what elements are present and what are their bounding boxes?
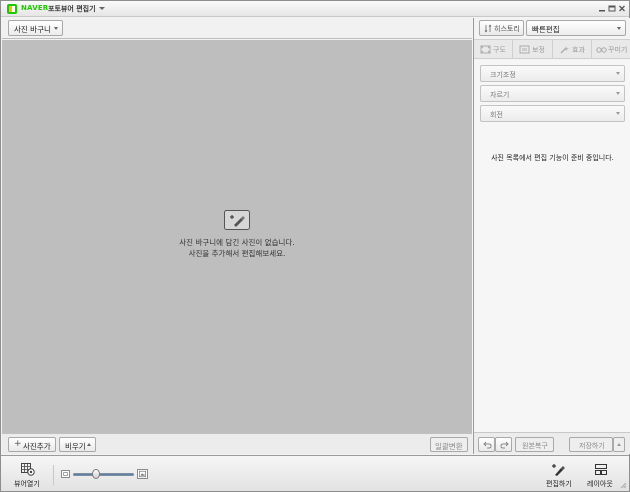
resize-grip-icon[interactable] xyxy=(619,481,627,489)
edit-tabs: 구도 보정 효과 꾸미기 xyxy=(474,39,630,59)
restore-original-button[interactable]: 원본복구 xyxy=(515,437,554,452)
composition-icon xyxy=(480,45,491,54)
photo-canvas[interactable]: 사진 바구니에 담긴 사진이 없습니다. 사진을 추가해서 편집해보세요. xyxy=(2,40,472,433)
panel-status-message: 사진 목록에서 편집 기능이 준비 중입니다. xyxy=(491,154,614,162)
zoom-slider[interactable] xyxy=(73,473,134,476)
add-photo-button[interactable]: + 사진추가 xyxy=(8,437,56,452)
rotate-section[interactable]: 회전 xyxy=(480,105,625,122)
add-photo-icon xyxy=(224,210,250,230)
chevron-down-icon xyxy=(617,27,621,30)
tab-composition-label: 구도 xyxy=(493,46,506,54)
minimize-icon[interactable] xyxy=(597,3,607,14)
layout-button[interactable]: 레이아웃 xyxy=(586,461,616,491)
viewer-icon xyxy=(21,463,35,476)
basket-dropdown-label: 사진 바구니 xyxy=(14,25,51,34)
redo-icon xyxy=(500,441,509,449)
save-options-button[interactable] xyxy=(613,437,625,452)
basket-toolbar: 사진 바구니 xyxy=(2,18,472,39)
chevron-down-icon xyxy=(616,92,620,95)
edit-panel: 히스토리 빠른편집 구도 보정 효과 꾸미기 크기조정 자르기 회전 사진 목록… xyxy=(473,18,630,454)
edit-button[interactable]: 편집하기 xyxy=(543,461,573,491)
resize-section[interactable]: 크기조정 xyxy=(480,65,625,82)
tab-composition[interactable]: 구도 xyxy=(474,40,513,59)
toolbar-divider xyxy=(53,465,54,485)
layout-label: 레이아웃 xyxy=(587,480,613,488)
chevron-up-icon xyxy=(617,443,621,446)
tab-decorate[interactable]: 꾸미기 xyxy=(592,40,630,59)
quick-edit-dropdown[interactable]: 빠른편집 xyxy=(526,20,626,36)
history-button[interactable]: 히스토리 xyxy=(479,20,524,36)
redo-button[interactable] xyxy=(495,437,512,452)
rotate-section-label: 회전 xyxy=(490,111,503,119)
open-viewer-label: 뷰어열기 xyxy=(14,480,40,488)
plus-icon: + xyxy=(14,439,22,449)
basket-actions: + 사진추가 비우기 일괄변환 xyxy=(2,433,472,454)
save-label: 저장하기 xyxy=(579,442,605,450)
edit-actions: 원본복구 저장하기 xyxy=(474,432,630,454)
layout-icon xyxy=(595,464,607,475)
photo-editor-window: NAVER 포토뷰어 편집기 사진 바구니 사진 바구니에 담긴 사진이 없습니… xyxy=(0,0,630,492)
naver-logo-icon xyxy=(7,4,17,14)
history-icon xyxy=(484,24,492,33)
edit-label: 편집하기 xyxy=(546,480,572,488)
empty-message: 사진 바구니에 담긴 사진이 없습니다. xyxy=(179,238,295,247)
brand-label: NAVER xyxy=(21,4,49,12)
chevron-up-icon xyxy=(87,443,91,446)
tab-effect[interactable]: 효과 xyxy=(553,40,592,59)
batch-convert-label: 일괄변환 xyxy=(435,442,463,451)
chevron-down-icon xyxy=(54,27,58,30)
chevron-down-icon xyxy=(616,112,620,115)
zoom-out-icon[interactable] xyxy=(61,470,70,478)
undo-button[interactable] xyxy=(478,437,495,452)
chevron-down-icon xyxy=(616,72,620,75)
zoom-in-icon[interactable] xyxy=(137,469,148,479)
quick-edit-label: 빠른편집 xyxy=(532,25,560,34)
save-button[interactable]: 저장하기 xyxy=(569,437,613,452)
crop-section[interactable]: 자르기 xyxy=(480,85,625,102)
resize-section-label: 크기조정 xyxy=(490,71,516,79)
tab-correction-label: 보정 xyxy=(532,46,545,54)
tab-correction[interactable]: 보정 xyxy=(513,40,553,59)
empty-hint: 사진을 추가해서 편집해보세요. xyxy=(188,249,286,258)
clear-basket-label: 비우기 xyxy=(65,442,86,451)
tab-decorate-label: 꾸미기 xyxy=(608,46,628,54)
zoom-slider-handle[interactable] xyxy=(91,469,100,479)
basket-dropdown[interactable]: 사진 바구니 xyxy=(8,20,63,36)
app-title: 포토뷰어 편집기 xyxy=(48,5,96,13)
add-photo-label: 사진추가 xyxy=(23,442,51,451)
decorate-icon xyxy=(596,47,607,53)
edit-icon xyxy=(552,464,565,476)
crop-section-label: 자르기 xyxy=(490,91,510,99)
history-label: 히스토리 xyxy=(494,25,520,33)
title-bar[interactable]: NAVER 포토뷰어 편집기 xyxy=(1,1,629,17)
correction-icon xyxy=(519,45,530,54)
edit-panel-body: 크기조정 자르기 회전 사진 목록에서 편집 기능이 준비 중입니다. xyxy=(474,60,630,432)
clear-basket-button[interactable]: 비우기 xyxy=(59,437,96,452)
effect-icon xyxy=(560,46,569,54)
undo-icon xyxy=(483,441,492,449)
tab-effect-label: 효과 xyxy=(572,46,585,54)
open-viewer-button[interactable]: 뷰어열기 xyxy=(11,461,45,491)
bottom-toolbar: 뷰어열기 편집하기 레이아웃 xyxy=(1,455,629,491)
maximize-icon[interactable] xyxy=(607,3,617,14)
close-icon[interactable] xyxy=(617,3,627,14)
chevron-down-icon[interactable] xyxy=(99,7,105,10)
batch-convert-button[interactable]: 일괄변환 xyxy=(430,437,468,452)
restore-original-label: 원본복구 xyxy=(522,442,548,450)
